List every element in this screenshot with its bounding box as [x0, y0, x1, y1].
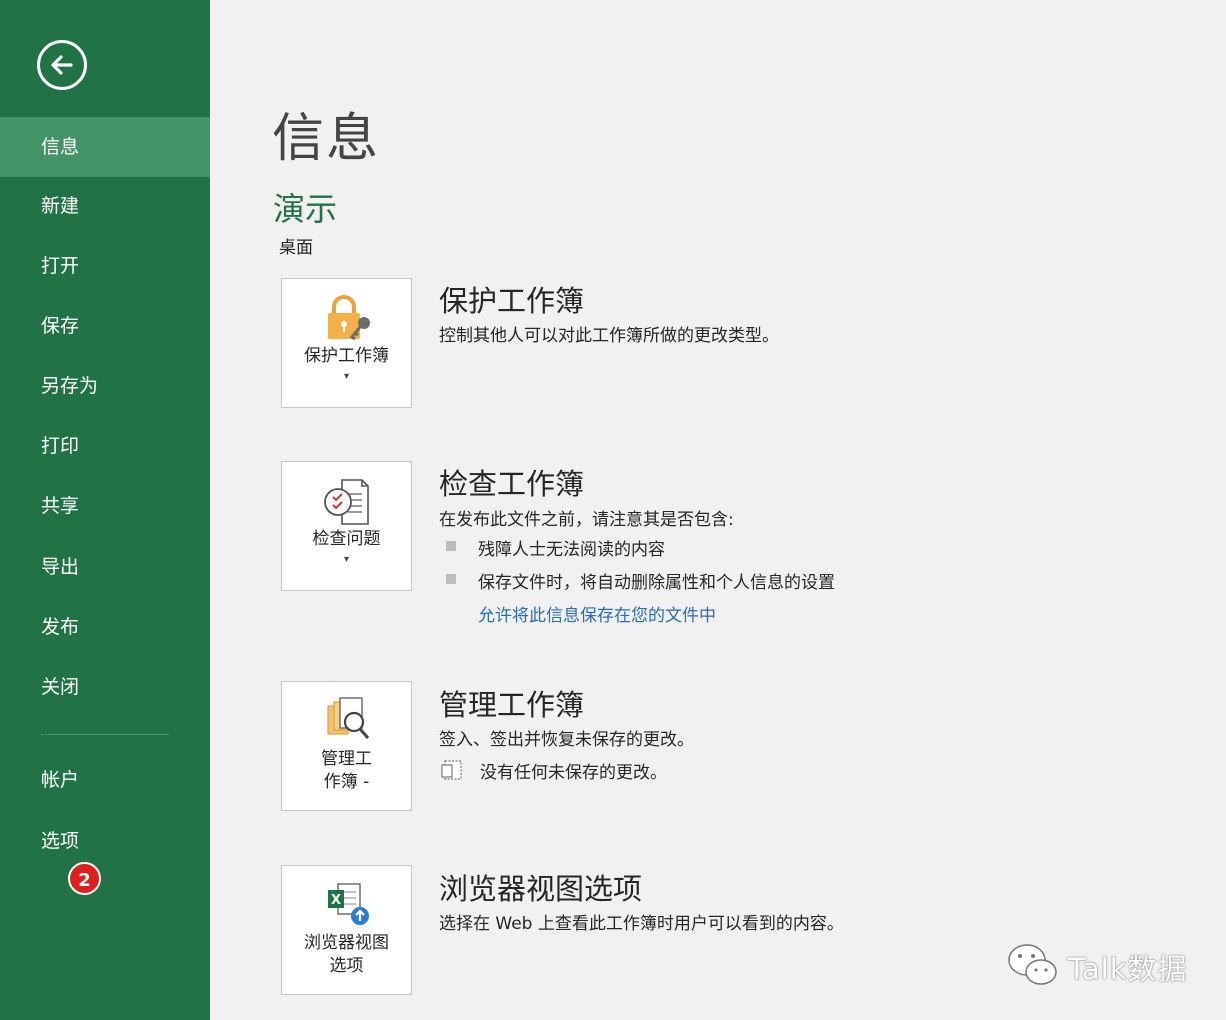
browser-desc: 选择在 Web 上查看此工作簿时用户可以看到的内容。	[439, 914, 844, 934]
manage-status: 没有任何未保存的更改。	[480, 763, 667, 783]
inspect-tile-label: 检查问题	[312, 529, 381, 549]
excel-upload-icon: X	[328, 883, 369, 925]
protect-title: 保护工作簿	[439, 284, 585, 318]
sidebar-divider	[41, 734, 169, 735]
chevron-down-icon: ▾	[343, 554, 350, 565]
protect-workbook-button[interactable]: 保护工作簿 ▾	[281, 278, 412, 408]
manage-workbook-button[interactable]: 管理工 作簿 -	[281, 681, 412, 811]
sidebar-item-new[interactable]: 新建	[0, 176, 210, 236]
browser-title: 浏览器视图选项	[439, 872, 643, 906]
backstage-sidebar: 信息 新建 打开 保存 另存为 打印 共享 导出 发布 关闭 帐户 选项 2	[0, 0, 210, 1020]
manage-desc: 签入、签出并恢复未保存的更改。	[439, 730, 694, 750]
sidebar-item-share[interactable]: 共享	[0, 476, 210, 536]
inspect-title: 检查工作簿	[439, 467, 585, 501]
sidebar-item-open[interactable]: 打开	[0, 236, 210, 296]
sidebar-item-close[interactable]: 关闭	[0, 657, 210, 717]
unsaved-document-icon	[441, 760, 462, 780]
browser-view-options-button[interactable]: X 浏览器视图 选项	[281, 865, 412, 995]
sidebar-item-options[interactable]: 选项	[0, 811, 210, 871]
inspect-desc: 在发布此文件之前，请注意其是否包含:	[439, 510, 734, 530]
bullet-icon	[446, 541, 456, 551]
protect-tile-label: 保护工作簿	[304, 346, 389, 366]
sidebar-item-info[interactable]: 信息	[0, 117, 210, 177]
back-arrow-icon	[51, 55, 73, 75]
back-button[interactable]	[37, 40, 87, 90]
check-issues-button[interactable]: 检查问题 ▾	[281, 461, 412, 591]
manage-title: 管理工作簿	[439, 688, 585, 722]
manage-versions-icon	[327, 697, 370, 739]
svg-text:X: X	[331, 893, 341, 908]
bullet-icon	[446, 574, 456, 584]
watermark-text: Talk数据	[1068, 952, 1188, 986]
chevron-down-icon: ▾	[343, 371, 350, 382]
sidebar-item-account[interactable]: 帐户	[0, 750, 210, 810]
lock-key-icon	[328, 295, 370, 341]
sidebar-item-save-as[interactable]: 另存为	[0, 356, 210, 416]
inspect-document-icon	[324, 479, 369, 525]
wechat-logo-icon	[1008, 944, 1057, 985]
sidebar-item-publish[interactable]: 发布	[0, 597, 210, 657]
browser-tile-label-1: 浏览器视图	[304, 933, 389, 953]
inspect-bullet-1: 残障人士无法阅读的内容	[478, 540, 665, 560]
page-title: 信息	[272, 109, 381, 169]
file-name: 演示	[273, 190, 338, 228]
browser-tile-label-2: 选项	[329, 956, 364, 976]
step-badge: 2	[68, 862, 101, 895]
manage-tile-label-2: 作簿 -	[323, 772, 370, 792]
protect-desc: 控制其他人可以对此工作簿所做的更改类型。	[439, 326, 779, 346]
inspect-bullet-2: 保存文件时，将自动删除属性和个人信息的设置	[478, 573, 835, 593]
manage-tile-label-1: 管理工	[321, 749, 372, 769]
sidebar-item-save[interactable]: 保存	[0, 296, 210, 356]
allow-save-info-link[interactable]: 允许将此信息保存在您的文件中	[478, 601, 716, 626]
sidebar-item-print[interactable]: 打印	[0, 416, 210, 476]
file-path: 桌面	[279, 238, 313, 258]
sidebar-item-export[interactable]: 导出	[0, 537, 210, 597]
